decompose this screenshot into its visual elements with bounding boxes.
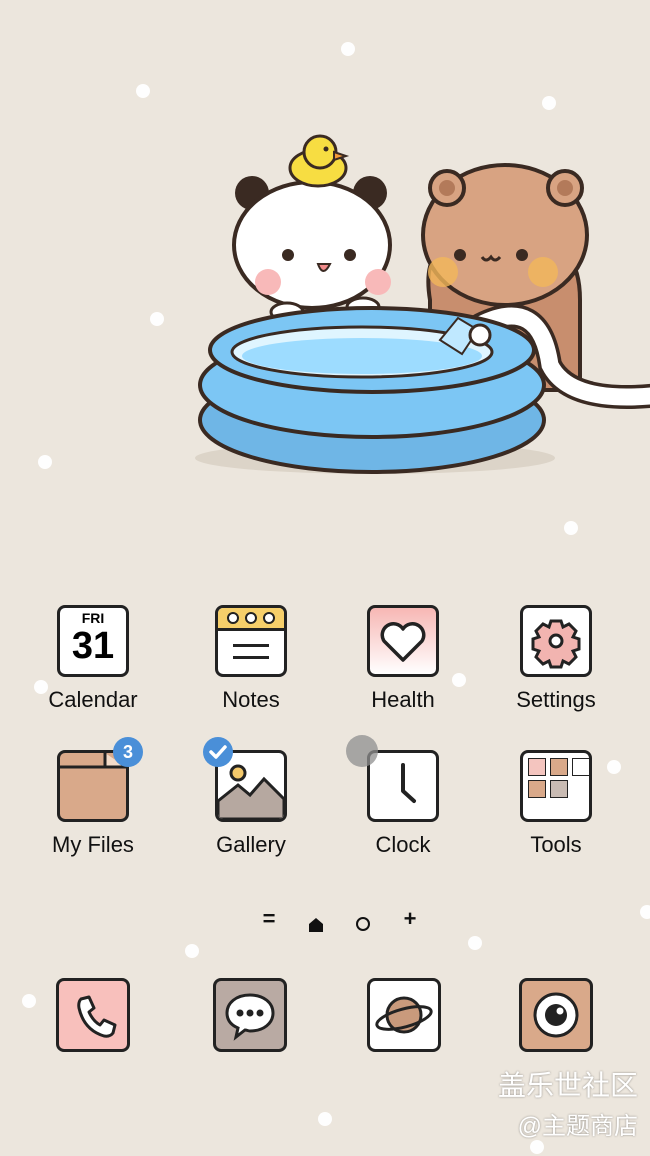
snow-dot [468,936,482,950]
snow-dot [38,455,52,469]
watermark-title: 盖乐世社区 [497,1070,638,1101]
add-page-button[interactable]: + [397,906,423,940]
camera-icon[interactable] [519,978,593,1052]
notification-badge: 3 [113,737,143,767]
snow-dot [542,96,556,110]
snow-dot [564,521,578,535]
snow-dot [530,1140,544,1154]
snow-dot [22,994,36,1008]
snow-dot [640,905,650,919]
app-label: Calendar [48,687,138,712]
snow-dot [318,1112,332,1126]
snow-dot [150,312,164,326]
gear-icon [520,605,592,677]
phone-icon[interactable] [56,978,130,1052]
app-tools[interactable]: Tools [496,750,616,858]
app-calendar[interactable]: FRI 31 Calendar [33,605,153,713]
notes-icon [215,605,287,677]
page-indicator-menu[interactable]: = [256,906,282,940]
app-label: Notes [222,687,280,712]
app-label: Clock [375,832,431,857]
snow-dot [341,42,355,56]
app-notes[interactable]: Notes [191,605,311,713]
wallpaper-illustration [0,0,650,520]
app-label: Tools [530,832,582,857]
home-page-icon[interactable] [303,906,329,940]
touch-indicator [346,735,378,767]
calendar-date: 31 [71,625,115,667]
app-gallery[interactable]: Gallery [191,737,311,858]
snow-dot [185,944,199,958]
watermark-subtitle: @主题商店 [517,1113,638,1140]
heart-icon [367,605,439,677]
app-label: Settings [516,687,596,712]
bears-pool-illustration [195,134,650,474]
snow-dot [136,84,150,98]
calendar-icon: FRI 31 [57,605,129,677]
app-settings[interactable]: Settings [496,605,616,713]
app-label: Gallery [216,832,286,857]
check-badge-icon [203,737,233,767]
clock-icon [367,750,439,822]
app-label: My Files [52,832,134,857]
page-dot-icon[interactable] [350,906,376,940]
internet-icon[interactable] [367,978,441,1052]
app-health[interactable]: Health [343,605,463,713]
calendar-day: FRI [81,610,105,626]
app-label: Health [371,687,435,712]
messages-icon[interactable] [213,978,287,1052]
tools-folder-icon [520,750,592,822]
app-my-files[interactable]: 3 My Files [33,737,153,858]
